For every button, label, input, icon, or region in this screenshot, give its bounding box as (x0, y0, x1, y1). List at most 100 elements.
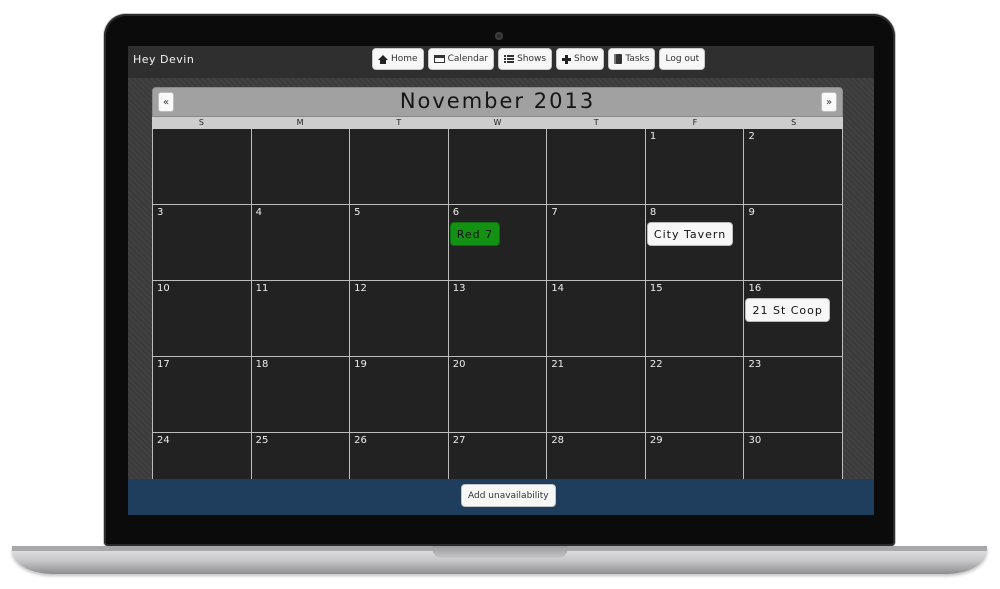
nav-shows-label: Shows (517, 54, 547, 64)
calendar-week: 12 (152, 129, 844, 205)
next-month-button[interactable]: » (821, 92, 837, 112)
greeting-text: Hey Devin (133, 53, 195, 66)
weekday-label: S (198, 118, 204, 127)
weekday-label: T (396, 118, 402, 127)
day-cell[interactable]: 7 (547, 205, 646, 281)
day-number: 29 (649, 435, 663, 446)
day-number: 18 (255, 359, 269, 370)
event-badge[interactable]: 21 St Coop (745, 298, 830, 322)
logout-button[interactable]: Log out (659, 48, 706, 70)
book-icon (614, 54, 623, 64)
laptop-notch (432, 546, 568, 558)
day-number: 12 (354, 283, 367, 294)
weekday-label: F (692, 118, 698, 127)
camera-icon (495, 32, 503, 40)
nav-calendar-button[interactable]: Calendar (427, 48, 495, 70)
nav-bar: Home Calendar Shows Show Tasks Log out (372, 48, 706, 70)
day-number: 20 (452, 359, 466, 370)
nav-add-show-label: Show (574, 54, 599, 64)
day-cell[interactable]: 5 (350, 205, 449, 281)
day-number: 19 (354, 359, 367, 370)
day-cell[interactable]: 19 (350, 357, 449, 433)
day-number: 3 (157, 207, 164, 218)
day-cell[interactable]: 16 21 St Coop (744, 281, 844, 357)
day-number: 9 (748, 207, 755, 218)
day-number: 27 (452, 435, 466, 446)
day-cell[interactable]: 3 (152, 205, 252, 281)
logout-label: Log out (665, 54, 700, 64)
home-icon (378, 54, 388, 64)
calendar-week: 3 4 5 6 Red 7 7 8 City Tavern 9 (152, 205, 844, 281)
calendar-header: « November 2013 » (152, 87, 843, 117)
day-number: 5 (354, 207, 361, 218)
calendar-grid: 1 2 3 4 5 6 Red 7 7 8 City Tavern 9 10 11 12 13 14 15 16 2… (152, 129, 844, 509)
day-number: 11 (255, 283, 269, 294)
day-cell[interactable]: 12 (350, 281, 449, 357)
day-cell[interactable]: 2 (744, 129, 844, 205)
day-cell[interactable]: 17 (152, 357, 252, 433)
day-cell[interactable] (251, 129, 351, 205)
list-icon (504, 55, 515, 63)
weekday-header: SMTWTFS (152, 117, 843, 129)
day-number: 23 (748, 359, 762, 370)
day-cell[interactable]: 22 (645, 357, 745, 433)
nav-calendar-label: Calendar (447, 54, 489, 64)
day-cell[interactable]: 13 (448, 281, 548, 357)
add-unavailability-button[interactable]: Add unavailability (461, 484, 556, 507)
day-number: 17 (157, 359, 170, 370)
day-cell[interactable]: 8 City Tavern (645, 205, 745, 281)
bottom-bar: Add unavailability (128, 479, 874, 515)
calendar: « November 2013 » SMTWTFS 1 2 3 4 5 6 Red 778C… (152, 87, 844, 509)
day-number: 22 (649, 359, 663, 370)
day-cell[interactable] (152, 129, 252, 205)
day-cell[interactable]: 15 (645, 281, 745, 357)
calendar-week: 17 18 19 20 21 22 23 (152, 357, 844, 433)
day-number: 30 (748, 435, 762, 446)
day-number: 25 (255, 435, 269, 446)
day-cell[interactable] (448, 129, 548, 205)
calendar-icon (433, 55, 445, 63)
day-cell[interactable]: 11 (251, 281, 351, 357)
event-badge[interactable]: City Tavern (646, 222, 734, 246)
day-cell[interactable] (350, 129, 449, 205)
day-cell[interactable] (547, 129, 646, 205)
day-number: 10 (157, 283, 170, 294)
nav-tasks-label: Tasks (625, 54, 650, 64)
day-cell[interactable]: 10 (152, 281, 252, 357)
weekday-label: W (493, 118, 502, 127)
nav-shows-button[interactable]: Shows (498, 48, 553, 70)
day-number: 15 (649, 283, 663, 294)
day-number: 1 (649, 131, 657, 142)
month-title: November 2013 (399, 89, 596, 113)
top-bar: Hey Devin Home Calendar Shows Show Tasks (128, 46, 874, 78)
day-cell[interactable]: 9 (744, 205, 844, 281)
day-number: 6 (452, 207, 460, 218)
day-number: 4 (255, 207, 262, 218)
day-cell[interactable]: 20 (448, 357, 548, 433)
weekday-label: M (296, 118, 304, 127)
day-cell[interactable]: 14 (547, 281, 646, 357)
plus-icon (562, 54, 572, 64)
day-number: 16 (748, 283, 762, 294)
day-number: 21 (551, 359, 565, 370)
nav-add-show-button[interactable]: Show (556, 48, 605, 70)
nav-tasks-button[interactable]: Tasks (608, 48, 656, 70)
day-cell[interactable]: 21 (547, 357, 646, 433)
day-cell[interactable]: 18 (251, 357, 351, 433)
day-cell[interactable]: 23 (744, 357, 844, 433)
day-number: 28 (551, 435, 565, 446)
screen: Hey Devin Home Calendar Shows Show Tasks (128, 46, 874, 515)
day-number: 14 (551, 283, 565, 294)
day-cell[interactable]: 1 (645, 129, 745, 205)
day-number: 13 (452, 283, 466, 294)
day-cell[interactable]: 6 Red 7 (448, 205, 548, 281)
day-cell[interactable]: 4 (251, 205, 351, 281)
day-number: 24 (157, 435, 170, 446)
day-number: 2 (748, 131, 755, 142)
nav-home-button[interactable]: Home (372, 48, 424, 70)
event-badge[interactable]: Red 7 (449, 222, 501, 246)
weekday-label: T (593, 118, 599, 127)
day-number: 26 (354, 435, 367, 446)
calendar-week: 10 11 12 13 14 15 16 21 St Coop (152, 281, 844, 357)
day-number: 8 (649, 207, 657, 218)
